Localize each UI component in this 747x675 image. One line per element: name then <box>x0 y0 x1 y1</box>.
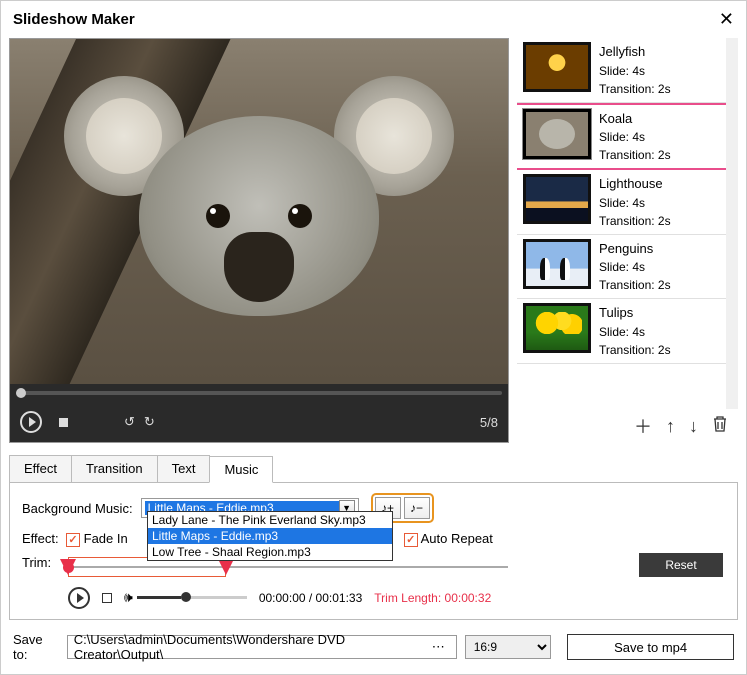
thumbnail-list[interactable]: Jellyfish Slide: 4s Transition: 2s Koala… <box>517 38 738 409</box>
thumb-slide: Slide: 4s <box>599 194 671 212</box>
thumb-slide: Slide: 4s <box>599 258 671 276</box>
auto-repeat-label: Auto Repeat <box>421 531 493 546</box>
aspect-ratio-select[interactable]: 16:9 <box>465 635 552 659</box>
reset-button[interactable]: Reset <box>639 553 723 577</box>
volume-icon[interactable]: 🕪 <box>124 589 133 606</box>
thumb-name: Koala <box>599 109 671 129</box>
save-path-field[interactable]: C:\Users\admin\Documents\Wondershare DVD… <box>67 635 457 659</box>
thumbnail-image <box>523 303 591 353</box>
thumb-name: Lighthouse <box>599 174 671 194</box>
window-title: Slideshow Maker <box>13 11 135 28</box>
thumbnail-image <box>523 239 591 289</box>
thumb-slide: Slide: 4s <box>599 62 671 80</box>
add-icon[interactable]: ＋ <box>634 413 652 439</box>
scrollbar-thumb[interactable] <box>726 258 738 338</box>
bgm-label: Background Music: <box>22 501 133 516</box>
list-item[interactable]: Jellyfish Slide: 4s Transition: 2s <box>517 38 726 103</box>
trash-icon[interactable] <box>712 415 728 438</box>
remove-music-button[interactable]: ♪− <box>404 497 430 519</box>
bgm-option[interactable]: Lady Lane - The Pink Everland Sky.mp3 <box>148 512 392 528</box>
tab-text[interactable]: Text <box>157 455 211 482</box>
thumb-trans: Transition: 2s <box>599 341 671 359</box>
rotate-right-icon[interactable]: ↻ <box>144 414 154 430</box>
auto-repeat-checkbox[interactable]: ✓ <box>404 533 418 547</box>
save-to-label: Save to: <box>13 632 59 662</box>
preview-progress[interactable] <box>16 391 502 395</box>
move-down-icon[interactable]: ↓ <box>689 416 698 437</box>
thumb-name: Jellyfish <box>599 42 671 62</box>
thumb-name: Tulips <box>599 303 671 323</box>
browse-icon[interactable]: ⋯ <box>428 639 450 655</box>
fade-in-checkbox[interactable]: ✓ <box>66 533 80 547</box>
list-item[interactable]: Penguins Slide: 4s Transition: 2s <box>517 235 726 300</box>
thumb-trans: Transition: 2s <box>599 212 671 230</box>
music-panel: Background Music: Little Maps - Eddie.mp… <box>9 483 738 620</box>
preview-image <box>10 39 508 384</box>
save-to-mp4-button[interactable]: Save to mp4 <box>567 634 734 660</box>
bgm-dropdown-list[interactable]: Lady Lane - The Pink Everland Sky.mp3 Li… <box>147 511 393 561</box>
close-icon[interactable]: ✕ <box>719 9 734 30</box>
bgm-option[interactable]: Low Tree - Shaal Region.mp3 <box>148 544 392 560</box>
list-item[interactable]: Koala Slide: 4s Transition: 2s <box>517 103 726 171</box>
rotate-left-icon[interactable]: ↺ <box>124 414 134 430</box>
bgm-option[interactable]: Little Maps - Eddie.mp3 <box>148 528 392 544</box>
thumb-trans: Transition: 2s <box>599 276 671 294</box>
tab-music[interactable]: Music <box>209 456 273 483</box>
music-timecode: 00:00:00 / 00:01:33 <box>259 591 362 605</box>
thumb-trans: Transition: 2s <box>599 80 671 98</box>
list-item[interactable]: Tulips Slide: 4s Transition: 2s <box>517 299 726 364</box>
thumb-slide: Slide: 4s <box>599 323 671 341</box>
thumbnail-image <box>523 42 591 92</box>
preview-panel: ↺ ↻ 5/8 <box>9 38 509 443</box>
slide-counter: 5/8 <box>480 415 498 430</box>
trim-handle-left[interactable] <box>60 559 76 575</box>
thumbnail-image <box>523 174 591 224</box>
trim-label: Trim: <box>22 555 60 570</box>
play-icon[interactable] <box>20 411 42 433</box>
thumb-trans: Transition: 2s <box>599 146 671 164</box>
volume-slider[interactable] <box>137 596 247 599</box>
save-path-value: C:\Users\admin\Documents\Wondershare DVD… <box>74 632 428 662</box>
effect-label: Effect: <box>22 531 60 546</box>
stop-icon[interactable] <box>52 411 74 433</box>
thumb-slide: Slide: 4s <box>599 128 671 146</box>
trim-length-value: 00:00:32 <box>445 591 492 605</box>
move-up-icon[interactable]: ↑ <box>666 416 675 437</box>
tab-row: Effect Transition Text Music <box>9 455 738 483</box>
fade-in-label: Fade In <box>84 531 128 546</box>
music-stop-icon[interactable] <box>102 593 112 603</box>
thumbnail-image <box>523 109 591 159</box>
tab-transition[interactable]: Transition <box>71 455 158 482</box>
tab-effect[interactable]: Effect <box>9 455 72 482</box>
trim-length-label: Trim Length: <box>374 591 441 605</box>
thumb-name: Penguins <box>599 239 671 259</box>
list-item[interactable]: Lighthouse Slide: 4s Transition: 2s <box>517 170 726 235</box>
music-play-icon[interactable] <box>68 587 90 609</box>
